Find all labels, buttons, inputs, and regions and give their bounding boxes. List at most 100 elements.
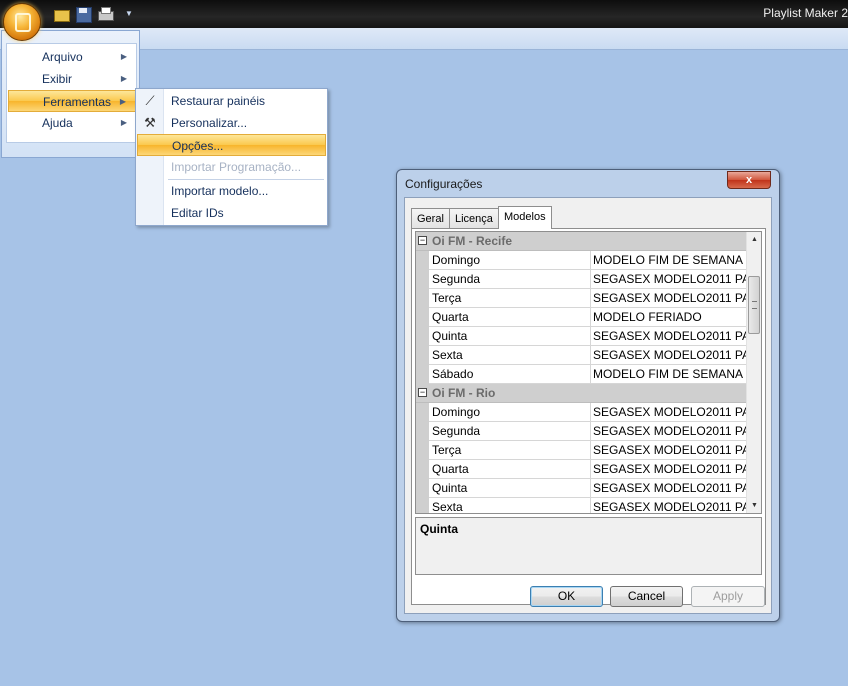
property-row[interactable]: Segunda SEGASEX MODELO2011 PA-T (416, 422, 747, 441)
scroll-up-icon[interactable]: ▲ (747, 232, 761, 247)
save-icon[interactable] (74, 5, 92, 23)
collapse-icon[interactable]: − (418, 236, 427, 245)
property-row[interactable]: Quarta SEGASEX MODELO2011 PA-T (416, 460, 747, 479)
submenu-item-restaurar-paineis[interactable]: ⟋ Restaurar painéis (137, 90, 326, 112)
tab-licenca[interactable]: Licença (449, 208, 499, 228)
property-value[interactable]: SEGASEX MODELO2011 PA-T (593, 289, 747, 307)
property-row[interactable]: Sexta SEGASEX MODELO2011 PA-T (416, 498, 747, 513)
property-name: Segunda (432, 270, 591, 288)
submenu-item-personalizar[interactable]: ⚒ Personalizar... (137, 112, 326, 134)
submenu-item-label: Importar modelo... (171, 184, 269, 198)
application-menu-list: Arquivo ▶ Exibir ▶ Ferramentas ▶ Ajuda ▶ (6, 43, 137, 143)
chevron-right-icon: ▶ (120, 52, 127, 61)
app-logo-icon (15, 13, 31, 32)
category-label: Oi FM - Recife (432, 234, 513, 248)
submenu-item-importar-modelo[interactable]: Importar modelo... (137, 180, 326, 202)
property-name: Sexta (432, 498, 591, 513)
menu-item-label: Exibir (42, 72, 73, 86)
dialog-body: Geral Licença Modelos − Oi FM - Recife D… (404, 197, 772, 614)
chevron-right-icon: ▶ (119, 97, 126, 106)
menu-item-label: Ferramentas (43, 95, 112, 109)
property-name: Sexta (432, 346, 591, 364)
scrollbar-thumb[interactable] (748, 276, 760, 334)
description-panel: Quinta (415, 517, 762, 575)
property-value[interactable]: SEGASEX MODELO2011 PA-T (593, 498, 747, 513)
property-row[interactable]: Quinta SEGASEX MODELO2011 PA-T (416, 479, 747, 498)
quick-access-toolbar: ▼ (52, 5, 134, 23)
tools-icon: ⚒ (144, 115, 156, 130)
property-value[interactable]: MODELO FIM DE SEMANA (593, 365, 747, 383)
menu-item-label: Ajuda (42, 116, 73, 130)
property-value[interactable]: SEGASEX MODELO2011 PA-T (593, 346, 747, 364)
chevron-right-icon: ▶ (120, 74, 127, 83)
modelos-tab-panel: − Oi FM - Recife Domingo MODELO FIM DE SE… (411, 228, 766, 605)
close-button[interactable]: x (727, 171, 771, 189)
property-row[interactable]: Quinta SEGASEX MODELO2011 PA-T (416, 327, 747, 346)
menu-item-exibir[interactable]: Exibir ▶ (8, 68, 137, 90)
vertical-scrollbar[interactable]: ▲ ▼ (746, 232, 761, 513)
dialog-title: Configurações (405, 177, 483, 191)
property-value[interactable]: SEGASEX MODELO2011 PA-T (593, 460, 747, 478)
menu-item-ajuda[interactable]: Ajuda ▶ (8, 112, 137, 134)
application-menu: Arquivo ▶ Exibir ▶ Ferramentas ▶ Ajuda ▶ (1, 30, 140, 158)
property-name: Segunda (432, 422, 591, 440)
property-row[interactable]: Sábado MODELO FIM DE SEMANA (416, 365, 747, 384)
title-bar: ▼ Playlist Maker 2 (0, 0, 848, 28)
category-label: Oi FM - Rio (432, 386, 496, 400)
property-value[interactable]: MODELO FERIADO (593, 308, 747, 326)
chevron-right-icon: ▶ (120, 118, 127, 127)
menu-item-label: Arquivo (42, 50, 83, 64)
menu-item-ferramentas[interactable]: Ferramentas ▶ (8, 90, 137, 112)
cancel-button[interactable]: Cancel (610, 586, 683, 607)
apply-button: Apply (691, 586, 765, 607)
menu-item-arquivo[interactable]: Arquivo ▶ (8, 46, 137, 68)
property-row[interactable]: Quarta MODELO FERIADO (416, 308, 747, 327)
property-value[interactable]: MODELO FIM DE SEMANA (593, 251, 747, 269)
property-name: Terça (432, 441, 591, 459)
property-name: Quinta (432, 479, 591, 497)
chevron-down-icon[interactable]: ▼ (124, 5, 134, 23)
property-value[interactable]: SEGASEX MODELO2011 PA-T (593, 270, 747, 288)
property-row[interactable]: Domingo MODELO FIM DE SEMANA (416, 251, 747, 270)
tab-geral[interactable]: Geral (411, 208, 450, 228)
ok-button[interactable]: OK (530, 586, 603, 607)
submenu-item-editar-ids[interactable]: Editar IDs (137, 202, 326, 224)
property-grid-rows: − Oi FM - Recife Domingo MODELO FIM DE SE… (416, 232, 747, 513)
property-value[interactable]: SEGASEX MODELO2011 PA-T (593, 479, 747, 497)
description-title: Quinta (420, 522, 458, 536)
submenu-item-importar-programacao: Importar Programação... (137, 156, 326, 178)
submenu-item-label: Importar Programação... (171, 160, 302, 174)
property-row[interactable]: Segunda SEGASEX MODELO2011 PA-T (416, 270, 747, 289)
tab-modelos[interactable]: Modelos (498, 206, 552, 229)
property-value[interactable]: SEGASEX MODELO2011 PA-T (593, 403, 747, 421)
category-row[interactable]: − Oi FM - Rio (416, 384, 747, 403)
collapse-icon[interactable]: − (418, 388, 427, 397)
property-grid: − Oi FM - Recife Domingo MODELO FIM DE SE… (415, 231, 762, 514)
submenu-item-opcoes[interactable]: Opções... (137, 134, 326, 156)
property-row[interactable]: Terça SEGASEX MODELO2011 PA-T (416, 441, 747, 460)
close-icon: x (745, 174, 753, 186)
category-row[interactable]: − Oi FM - Recife (416, 232, 747, 251)
window-title: Playlist Maker 2 (763, 6, 848, 20)
configuracoes-dialog: Configurações x Geral Licença Modelos − … (396, 169, 780, 622)
property-name: Sábado (432, 365, 591, 383)
property-row[interactable]: Sexta SEGASEX MODELO2011 PA-T (416, 346, 747, 365)
property-name: Quarta (432, 460, 591, 478)
property-name: Domingo (432, 403, 591, 421)
property-value[interactable]: SEGASEX MODELO2011 PA-T (593, 441, 747, 459)
property-row[interactable]: Domingo SEGASEX MODELO2011 PA-T (416, 403, 747, 422)
property-value[interactable]: SEGASEX MODELO2011 PA-T (593, 422, 747, 440)
print-icon[interactable] (96, 5, 114, 23)
application-button[interactable] (3, 3, 41, 41)
wand-icon: ⟋ (145, 93, 155, 108)
scroll-down-icon[interactable]: ▼ (747, 498, 761, 513)
property-value[interactable]: SEGASEX MODELO2011 PA-T (593, 327, 747, 345)
folder-open-icon[interactable] (52, 5, 70, 23)
property-name: Quarta (432, 308, 591, 326)
property-name: Domingo (432, 251, 591, 269)
submenu-item-label: Personalizar... (171, 116, 248, 130)
ferramentas-submenu: ⟋ Restaurar painéis ⚒ Personalizar... Op… (135, 88, 328, 226)
property-row[interactable]: Terça SEGASEX MODELO2011 PA-T (416, 289, 747, 308)
submenu-item-label: Editar IDs (171, 206, 224, 220)
submenu-item-label: Restaurar painéis (171, 94, 266, 108)
